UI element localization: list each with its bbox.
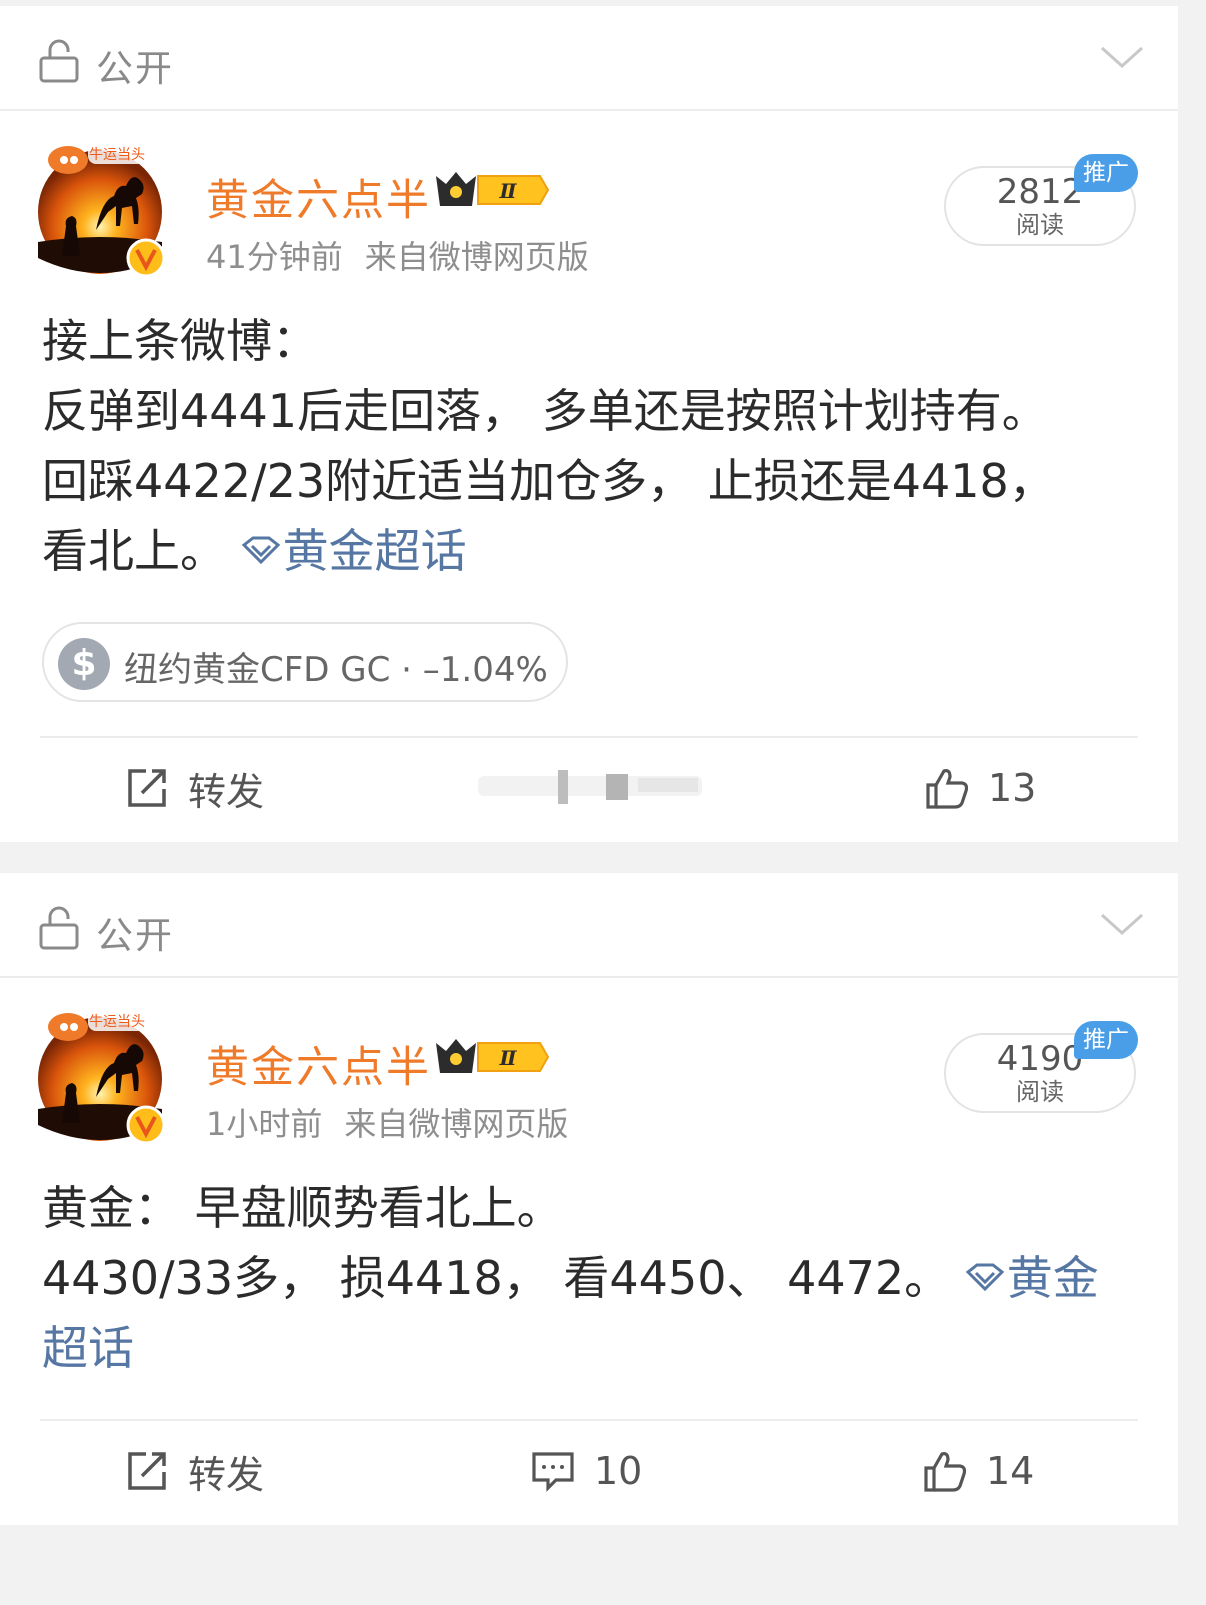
topic-link-continued[interactable]: 超话 [42, 1313, 1142, 1383]
like-button[interactable]: 13 [924, 758, 1036, 818]
diamond-icon [241, 535, 281, 565]
thumbs-up-icon [924, 765, 970, 811]
privacy-bar[interactable]: 公开 [0, 6, 1178, 111]
stock-text: 纽约黄金CFD GC · –1.04% [124, 650, 548, 690]
post-meta: 1小时前 来自微博网页版 [206, 1099, 568, 1145]
read-label: 阅读 [1016, 1078, 1064, 1106]
crown-level-icon[interactable] [434, 168, 550, 212]
divider [40, 1419, 1138, 1421]
privacy-label: 公开 [96, 914, 174, 957]
topic-label: 黄金超话 [282, 524, 467, 578]
content-text: 4430/33多， 损4418， 看4450、 4472。 [42, 1251, 951, 1305]
share-icon [124, 765, 170, 811]
avatar[interactable] [36, 1005, 172, 1145]
stock-chip[interactable]: $ 纽约黄金CFD GC · –1.04% [42, 622, 568, 702]
redacted-comment-button[interactable] [478, 768, 702, 804]
privacy-label: 公开 [96, 47, 174, 90]
crown-level-icon[interactable] [434, 1035, 550, 1079]
like-button[interactable]: 14 [922, 1441, 1034, 1501]
content-line-last: 看北上。 黄金超话 [42, 516, 1142, 586]
post-card: 公开 黄金六点半 41分钟前 来自微博网页版 2812 阅读 推广 接上条微博： … [0, 6, 1178, 842]
post-source[interactable]: 来自微博网页版 [365, 238, 589, 276]
comment-button[interactable]: 10 [530, 1441, 642, 1501]
dollar-icon: $ [58, 638, 110, 690]
repost-button[interactable]: 转发 [124, 1441, 264, 1501]
chevron-down-icon[interactable] [1098, 909, 1146, 939]
post-meta: 41分钟前 来自微博网页版 [206, 232, 589, 278]
content-text: 看北上。 [42, 524, 226, 578]
divider [40, 736, 1138, 738]
lock-icon [38, 905, 80, 951]
content-line: 4430/33多， 损4418， 看4450、 4472。 黄金 [42, 1243, 1142, 1313]
author-name[interactable]: 黄金六点半 [206, 166, 431, 228]
promote-badge[interactable]: 推广 [1074, 154, 1138, 192]
promote-badge[interactable]: 推广 [1074, 1021, 1138, 1059]
topic-link[interactable]: 黄金超话 [241, 524, 467, 578]
author-name[interactable]: 黄金六点半 [206, 1033, 431, 1095]
comment-count: 10 [594, 1449, 643, 1493]
post-time: 41分钟前 [206, 238, 343, 276]
post-content: 黄金： 早盘顺势看北上。 4430/33多， 损4418， 看4450、 447… [42, 1173, 1142, 1383]
content-line: 接上条微博： [42, 314, 318, 368]
lock-icon [38, 38, 80, 84]
topic-link[interactable]: 黄金 [965, 1251, 1099, 1305]
post-time: 1小时前 [206, 1105, 323, 1143]
like-count: 14 [986, 1449, 1035, 1493]
post-source[interactable]: 来自微博网页版 [344, 1105, 568, 1143]
post-content: 接上条微博： 反弹到4441后走回落， 多单还是按照计划持有。 回踩4422/2… [42, 306, 1142, 586]
repost-label: 转发 [188, 1452, 265, 1497]
read-label: 阅读 [1016, 211, 1064, 239]
thumbs-up-icon [922, 1448, 968, 1494]
content-line: 黄金： 早盘顺势看北上。 [42, 1181, 563, 1235]
share-icon [124, 1448, 170, 1494]
chevron-down-icon[interactable] [1098, 42, 1146, 72]
post-card: 公开 黄金六点半 1小时前 来自微博网页版 4190 阅读 推广 黄金： 早盘顺势… [0, 873, 1178, 1525]
like-count: 13 [988, 766, 1037, 810]
content-line: 回踩4422/23附近适当加仓多， 止损还是4418， [42, 454, 1055, 508]
repost-label: 转发 [188, 769, 265, 814]
repost-button[interactable]: 转发 [124, 758, 264, 818]
comment-icon [530, 1448, 576, 1494]
topic-label-part: 黄金 [1006, 1251, 1099, 1305]
content-line: 反弹到4441后走回落， 多单还是按照计划持有。 [42, 384, 1048, 438]
privacy-bar[interactable]: 公开 [0, 873, 1178, 978]
avatar[interactable] [36, 138, 172, 278]
diamond-icon [965, 1262, 1005, 1292]
